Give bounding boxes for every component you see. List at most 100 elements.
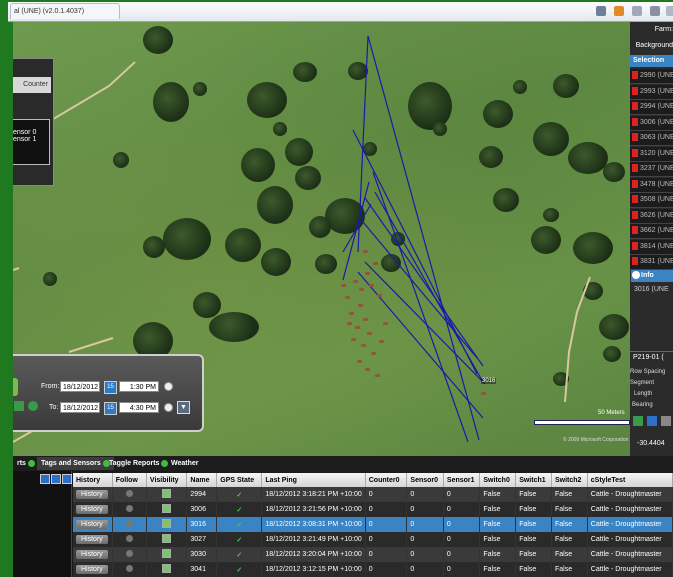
history-button[interactable]: History [76,520,108,529]
selection-item[interactable]: 3006 (UNE [630,115,673,131]
column-header[interactable]: Switch2 [551,473,588,487]
column-header[interactable]: Sensor1 [443,473,481,487]
from-calendar-icon[interactable]: 15 [104,381,117,394]
selection-item[interactable]: 2990 (UNE [630,69,673,84]
selection-item[interactable]: 3478 (UNE [630,177,673,193]
selection-item[interactable]: 3626 (UNE [630,208,673,224]
cow-marker[interactable] [358,304,363,307]
cow-marker[interactable] [363,318,368,321]
table-row[interactable]: History 3027 ✓ 18/12/2012 3:21:49 PM +10:00… [73,532,673,547]
print-icon[interactable] [650,6,660,16]
cow-marker[interactable] [365,272,370,275]
browser-tab[interactable]: al (UNE) (v2.0.1.4037) [10,3,120,19]
selection-item[interactable]: 3237 (UNE [630,162,673,177]
to-calendar-icon[interactable]: 15 [104,402,117,415]
history-button[interactable]: History [76,535,108,544]
cow-marker[interactable] [481,392,486,395]
page-menu-icon[interactable] [666,6,673,16]
refresh-icon[interactable] [14,401,24,411]
info-item[interactable]: 3016 (UNE [634,286,669,293]
tab-tags-and-sensors[interactable]: Tags and Sensors [37,457,114,470]
follow-toggle[interactable] [125,535,133,542]
panel-handle[interactable] [13,378,18,396]
export-icon[interactable] [62,474,72,484]
column-header[interactable]: Switch1 [515,473,552,487]
add-icon[interactable] [40,474,50,484]
from-time-input[interactable]: 1:30 PM [119,381,159,392]
home-icon[interactable] [596,6,606,16]
selection-item[interactable]: 3831 (UNE [630,255,673,270]
selection-item[interactable]: 3662 (UNE [630,224,673,239]
selection-item[interactable]: 3063 (UNE [630,131,673,146]
column-header[interactable]: History [73,473,113,487]
column-header[interactable]: Follow [112,473,147,487]
column-header[interactable]: Sensor0 [406,473,444,487]
play-icon[interactable] [28,401,38,411]
cow-marker[interactable] [363,250,368,253]
backgrounds-label[interactable]: Background [630,42,673,49]
table-row[interactable]: History 3016 ✓ 18/12/2012 3:08:31 PM +10:00… [73,517,673,532]
cow-marker[interactable] [375,374,380,377]
column-header[interactable]: Counter0 [365,473,408,487]
history-button[interactable]: History [76,505,108,514]
cow-marker[interactable] [377,294,382,297]
selection-item[interactable]: 3120 (UNE [630,146,673,162]
tab-weather[interactable]: Weather [167,457,203,470]
from-date-input[interactable]: 18/12/2012 [60,381,100,392]
column-header[interactable]: GPS State [216,473,263,487]
cow-marker[interactable] [353,280,358,283]
ruler-icon[interactable] [647,416,657,426]
to-time-input[interactable]: 4:30 PM [119,402,159,413]
tab-reports[interactable]: rts [13,457,39,470]
visibility-checkbox[interactable] [162,489,172,498]
visibility-checkbox[interactable] [162,504,172,513]
history-button[interactable]: History [76,565,108,574]
column-header[interactable]: cStyleTest [587,473,673,487]
table-row[interactable]: History 2994 ✓ 18/12/2012 3:18:21 PM +10:00… [73,487,673,502]
selection-item[interactable]: 2993 (UNE [630,84,673,100]
cow-marker[interactable] [341,284,346,287]
edit-icon[interactable] [51,474,61,484]
cow-marker[interactable] [367,332,372,335]
cow-marker[interactable] [383,322,388,325]
cow-marker[interactable] [351,338,356,341]
cow-marker[interactable] [359,288,364,291]
clear-icon[interactable] [661,416,671,426]
cow-marker[interactable] [345,296,350,299]
visibility-checkbox[interactable] [162,549,172,558]
table-row[interactable]: History 3006 ✓ 18/12/2012 3:21:56 PM +10:00… [73,502,673,517]
collapse-icon[interactable]: ▼ [177,401,190,414]
to-date-input[interactable]: 18/12/2012 [60,402,100,413]
cow-marker[interactable] [347,322,352,325]
cow-marker[interactable] [355,326,360,329]
visibility-checkbox[interactable] [162,534,172,543]
column-header[interactable]: Name [186,473,218,487]
visibility-checkbox[interactable] [162,519,172,528]
column-header[interactable]: Visibility [146,473,188,487]
cow-marker[interactable] [365,368,370,371]
mail-icon[interactable] [632,6,642,16]
cow-marker[interactable] [357,360,362,363]
follow-toggle[interactable] [125,490,133,497]
follow-toggle[interactable] [125,565,133,572]
selection-item[interactable]: 3814 (UNE [630,239,673,255]
follow-toggle[interactable] [125,550,133,557]
cow-marker[interactable] [349,312,354,315]
measure-icon[interactable] [633,416,643,426]
follow-toggle[interactable] [125,520,133,527]
feeds-icon[interactable] [614,6,624,16]
selection-item[interactable]: 2994 (UNE [630,100,673,115]
history-button[interactable]: History [76,490,108,499]
column-header[interactable]: Switch0 [479,473,517,487]
table-row[interactable]: History 3041 ✓ 18/12/2012 3:12:15 PM +10:00… [73,562,673,577]
selection-item[interactable]: 3508 (UNE [630,193,673,208]
cow-marker[interactable] [373,262,378,265]
selection-header[interactable]: Selection [630,55,673,67]
cow-marker[interactable] [369,284,374,287]
cow-marker[interactable] [371,352,376,355]
follow-toggle[interactable] [125,505,133,512]
history-button[interactable]: History [76,550,108,559]
tab-taggle-reports[interactable]: Taggle Reports [105,457,172,470]
column-header[interactable]: Last Ping [261,473,366,487]
cow-marker[interactable] [361,344,366,347]
